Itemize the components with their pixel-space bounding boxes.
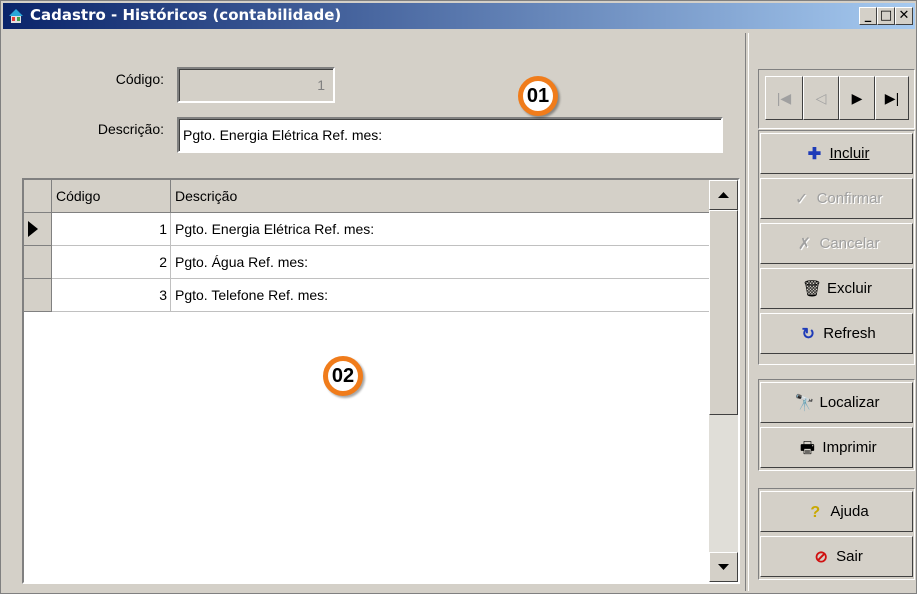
maximize-button[interactable]: □ — [877, 7, 895, 25]
sair-label: Sair — [836, 548, 863, 565]
action-panel: ✚ Incluir ✓ Confirmar ✗ Cancelar 🗑 Excluir ↻… — [758, 130, 915, 365]
table-cell-codigo[interactable]: 3 — [52, 279, 171, 312]
table-cell-codigo[interactable]: 1 — [52, 213, 171, 246]
nav-next-button[interactable]: ▶ — [839, 76, 875, 120]
sair-button[interactable]: ⊘ Sair — [760, 536, 913, 577]
help-panel: ? Ajuda ⊘ Sair — [758, 488, 915, 580]
codigo-field: 1 — [177, 67, 335, 103]
descricao-field[interactable]: Pgto. Energia Elétrica Ref. mes: — [177, 117, 723, 153]
confirmar-button[interactable]: ✓ Confirmar — [760, 178, 913, 219]
refresh-label: Refresh — [823, 325, 876, 342]
table-cell-descricao[interactable]: Pgto. Telefone Ref. mes: — [171, 279, 710, 312]
binoculars-icon: 🔭 — [794, 394, 815, 412]
incluir-button[interactable]: ✚ Incluir — [760, 133, 913, 174]
grid-header-descricao[interactable]: Descrição — [171, 180, 710, 213]
excluir-button[interactable]: 🗑 Excluir — [760, 268, 913, 309]
scroll-thumb[interactable] — [709, 210, 738, 415]
imprimir-label: Imprimir — [822, 439, 877, 456]
nav-last-button[interactable]: ▶| — [875, 76, 909, 120]
cancelar-button[interactable]: ✗ Cancelar — [760, 223, 913, 264]
table-cell-descricao[interactable]: Pgto. Água Ref. mes: — [171, 246, 710, 279]
confirmar-label: Confirmar — [816, 190, 883, 207]
table-cell-codigo[interactable]: 2 — [52, 246, 171, 279]
grid-corner — [24, 180, 52, 213]
navigator-panel: |◀ ◁ ▶ ▶| — [758, 69, 915, 129]
row-indicator[interactable] — [24, 246, 52, 279]
nav-first-button[interactable]: |◀ — [765, 76, 803, 120]
search-panel: 🔭 Localizar 🖶 Imprimir — [758, 379, 915, 471]
codigo-label: Código: — [115, 71, 164, 87]
table-cell-descricao[interactable]: Pgto. Energia Elétrica Ref. mes: — [171, 213, 710, 246]
row-indicator[interactable] — [24, 213, 52, 246]
question-icon: ? — [810, 503, 821, 521]
vertical-scrollbar[interactable] — [709, 180, 738, 582]
descricao-label: Descrição: — [97, 121, 164, 137]
localizar-label: Localizar — [819, 394, 880, 411]
scroll-down-button[interactable] — [709, 552, 738, 582]
checkmark-icon: ✓ — [794, 190, 809, 208]
scroll-up-button[interactable] — [709, 180, 738, 210]
cancelar-label: Cancelar — [819, 235, 880, 252]
trash-icon: 🗑 — [801, 280, 823, 298]
grid-header-codigo[interactable]: Código — [52, 180, 171, 213]
cross-icon: ✗ — [797, 235, 812, 253]
exit-icon: ⊘ — [814, 548, 828, 566]
minimize-button[interactable]: _ — [859, 7, 877, 25]
main-window: Cadastro - Históricos (contabilidade) _ … — [0, 0, 917, 594]
app-icon — [9, 9, 23, 23]
close-button[interactable]: ✕ — [895, 7, 913, 25]
callout-badge: 01 — [518, 76, 558, 116]
title-bar[interactable]: Cadastro - Históricos (contabilidade) _ … — [3, 3, 915, 29]
imprimir-button[interactable]: 🖶 Imprimir — [760, 427, 913, 468]
callout-badge: 02 — [323, 356, 363, 396]
arrow-down-icon — [718, 564, 729, 570]
row-indicator[interactable] — [24, 279, 52, 312]
panel-divider — [745, 33, 749, 591]
plus-icon: ✚ — [807, 145, 822, 163]
localizar-button[interactable]: 🔭 Localizar — [760, 382, 913, 423]
printer-icon: 🖶 — [799, 439, 815, 457]
refresh-icon: ↻ — [801, 325, 815, 343]
excluir-label: Excluir — [826, 280, 872, 297]
arrow-up-icon — [718, 192, 729, 198]
historicos-grid[interactable]: Código Descrição 1 Pgto. Energia Elétric… — [22, 178, 740, 584]
refresh-button[interactable]: ↻ Refresh — [760, 313, 913, 354]
incluir-label: Incluir — [829, 145, 870, 162]
current-row-arrow-icon — [28, 221, 38, 237]
nav-prior-button[interactable]: ◁ — [803, 76, 839, 120]
ajuda-button[interactable]: ? Ajuda — [760, 491, 913, 532]
window-title: Cadastro - Históricos (contabilidade) — [30, 6, 342, 24]
ajuda-label: Ajuda — [830, 503, 869, 520]
